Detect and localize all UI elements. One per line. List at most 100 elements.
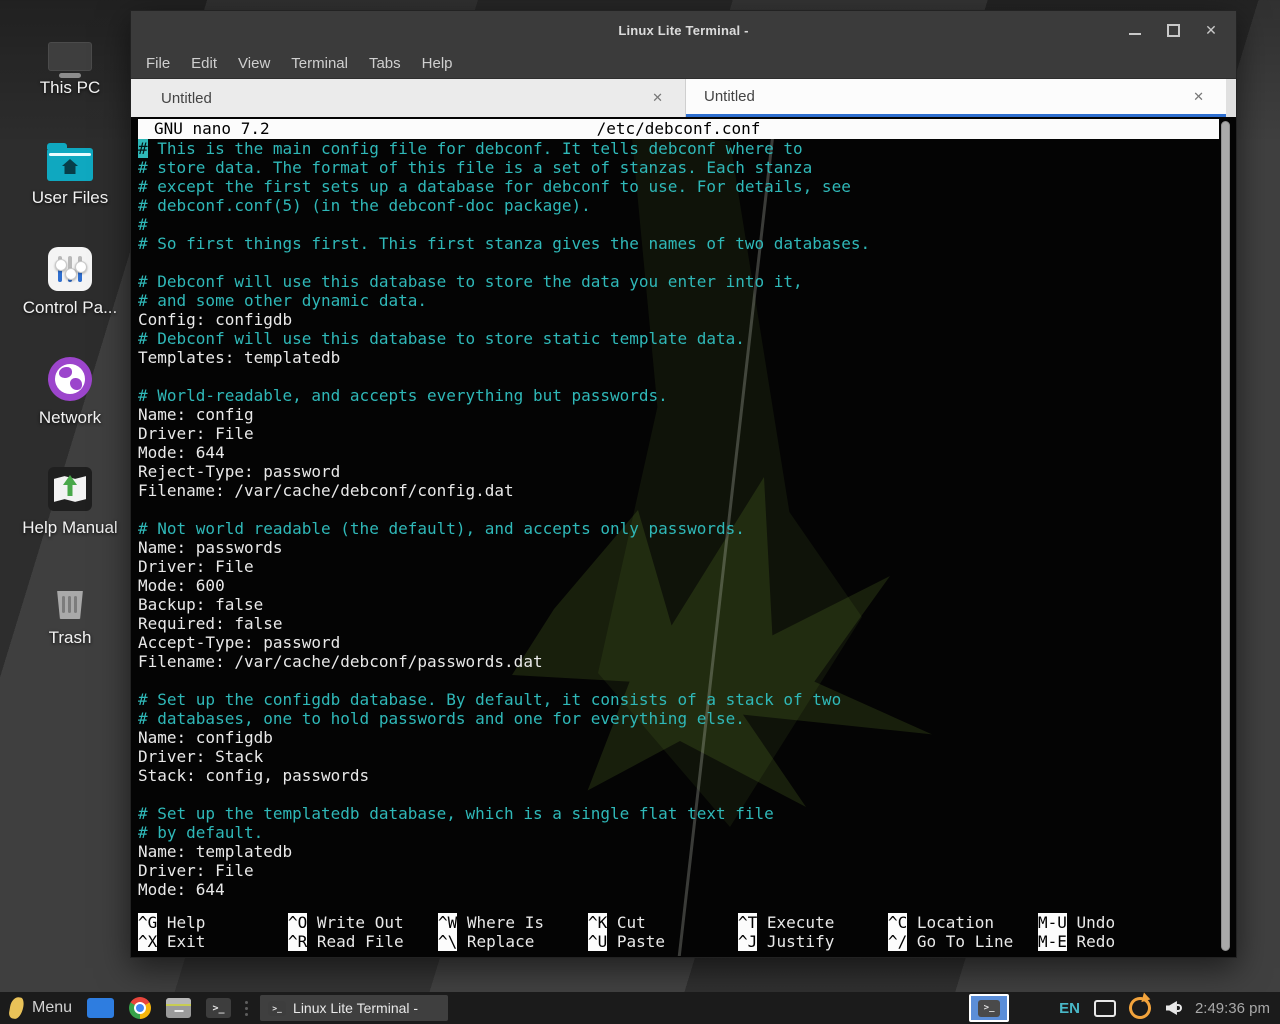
task-button-label: Linux Lite Terminal - xyxy=(293,1000,418,1016)
editor-line: # debconf.conf(5) (in the debconf-doc pa… xyxy=(138,196,1213,215)
editor-line: Filename: /var/cache/debconf/config.dat xyxy=(138,481,1213,500)
tray-terminal-icon[interactable]: >_ xyxy=(969,994,1009,1022)
system-tray: >_ EN 2:49:36 pm xyxy=(969,994,1280,1022)
minimize-icon[interactable] xyxy=(1128,23,1142,37)
shortcut-label: Paste xyxy=(607,932,665,951)
text-cursor: # xyxy=(138,139,148,158)
chrome-icon[interactable] xyxy=(129,997,151,1019)
editor-line: Backup: false xyxy=(138,595,1213,614)
shortcut-where-is: ^W Where Is xyxy=(438,913,588,932)
menu-help[interactable]: Help xyxy=(422,55,453,72)
keyboard-layout-indicator[interactable]: EN xyxy=(1059,1000,1080,1017)
close-icon[interactable]: ✕ xyxy=(1204,23,1218,37)
linux-lite-logo-icon[interactable] xyxy=(8,996,25,1020)
control-panel-icon xyxy=(48,247,92,291)
editor-line: # Debconf will use this database to stor… xyxy=(138,272,1213,291)
editor-line xyxy=(138,367,1213,386)
editor-line: Required: false xyxy=(138,614,1213,633)
desktop-icon-control-panel[interactable]: Control Pa... xyxy=(18,242,122,318)
nano-shortcut-bar: ^G Help^O Write Out^W Where Is^K Cut^T E… xyxy=(138,913,1215,951)
shortcut-label: Justify xyxy=(757,932,834,951)
editor-line: Mode: 600 xyxy=(138,576,1213,595)
shortcut-label: Undo xyxy=(1067,913,1115,932)
editor-line xyxy=(138,500,1213,519)
desktop-icon-trash[interactable]: Trash xyxy=(18,572,122,648)
desktop-icon-network[interactable]: Network xyxy=(18,352,122,428)
volume-icon[interactable] xyxy=(1166,1001,1182,1015)
scrollbar-thumb[interactable] xyxy=(1221,121,1230,951)
file-manager-icon[interactable] xyxy=(166,998,191,1018)
shortcut-label: Write Out xyxy=(307,913,403,932)
help-manual-icon xyxy=(48,467,92,511)
computer-icon xyxy=(48,42,92,71)
editor-line: Reject-Type: password xyxy=(138,462,1213,481)
desktop-icon-this-pc[interactable]: This PC xyxy=(18,22,122,98)
shortcut-key: ^C xyxy=(888,913,907,932)
shortcut-label: Read File xyxy=(307,932,403,951)
editor-line: Driver: File xyxy=(138,861,1213,880)
folder-home-icon xyxy=(47,148,93,181)
shortcut-label: Redo xyxy=(1067,932,1115,951)
window-title: Linux Lite Terminal - xyxy=(618,23,748,38)
desktop-icon-label: Help Manual xyxy=(22,518,117,538)
shortcut-read-file: ^R Read File xyxy=(288,932,438,951)
editor-line xyxy=(138,785,1213,804)
shortcut-key: M-E xyxy=(1038,932,1067,951)
show-desktop-icon[interactable] xyxy=(87,998,114,1018)
shortcut-justify: ^J Justify xyxy=(738,932,888,951)
shortcut-key: ^O xyxy=(288,913,307,932)
terminal-window: Linux Lite Terminal - ✕ File Edit View Term… xyxy=(130,10,1237,958)
tab-close-icon[interactable]: ✕ xyxy=(1193,89,1204,105)
tab-2-active[interactable]: Untitled ✕ xyxy=(686,79,1226,117)
shortcut-help: ^G Help xyxy=(138,913,288,932)
shortcut-row-2: ^X Exit^R Read File^\ Replace^U Paste^J … xyxy=(138,932,1215,951)
desktop-icon-user-files[interactable]: User Files xyxy=(18,132,122,208)
window-controls: ✕ xyxy=(1128,11,1218,49)
display-icon[interactable] xyxy=(1094,1000,1116,1017)
shortcut-label: Exit xyxy=(157,932,205,951)
editor-lines[interactable]: # This is the main config file for debco… xyxy=(138,139,1213,899)
window-titlebar[interactable]: Linux Lite Terminal - ✕ xyxy=(131,11,1236,49)
menu-file[interactable]: File xyxy=(146,55,170,72)
clock[interactable]: 2:49:36 pm xyxy=(1195,1000,1270,1017)
start-menu-button[interactable]: Menu xyxy=(32,999,72,1017)
shortcut-key: ^X xyxy=(138,932,157,951)
tab-close-icon[interactable]: ✕ xyxy=(652,90,663,106)
shortcut-key: ^W xyxy=(438,913,457,932)
terminal-launcher-icon[interactable]: >_ xyxy=(206,998,231,1018)
shortcut-label: Cut xyxy=(607,913,646,932)
shortcut-replace: ^\ Replace xyxy=(438,932,588,951)
menu-view[interactable]: View xyxy=(238,55,270,72)
shortcut-key: ^R xyxy=(288,932,307,951)
terminal-icon: >_ xyxy=(268,1001,286,1016)
nano-filename: /etc/debconf.conf xyxy=(138,119,1219,139)
editor-line: Driver: File xyxy=(138,424,1213,443)
shortcut-key: ^J xyxy=(738,932,757,951)
shortcut-key: ^U xyxy=(588,932,607,951)
task-button-terminal[interactable]: >_ Linux Lite Terminal - xyxy=(260,995,448,1021)
menu-terminal[interactable]: Terminal xyxy=(291,55,348,72)
desktop-icon-label: Trash xyxy=(49,628,92,648)
editor-line: # except the first sets up a database fo… xyxy=(138,177,1213,196)
shortcut-label: Help xyxy=(157,913,205,932)
shortcut-execute: ^T Execute xyxy=(738,913,888,932)
shortcut-key: ^G xyxy=(138,913,157,932)
editor-line: # store data. The format of this file is… xyxy=(138,158,1213,177)
menu-edit[interactable]: Edit xyxy=(191,55,217,72)
editor-line: # and some other dynamic data. xyxy=(138,291,1213,310)
editor-line: # So first things first. This first stan… xyxy=(138,234,1213,253)
editor-line: Accept-Type: password xyxy=(138,633,1213,652)
tab-label: Untitled xyxy=(704,88,755,105)
editor-line: # Set up the configdb database. By defau… xyxy=(138,690,1213,709)
desktop-icon-help-manual[interactable]: Help Manual xyxy=(18,462,122,538)
trash-icon xyxy=(53,581,87,621)
maximize-icon[interactable] xyxy=(1166,23,1180,37)
terminal-content[interactable]: GNU nano 7.2 /etc/debconf.conf # This is… xyxy=(132,117,1235,956)
menu-tabs[interactable]: Tabs xyxy=(369,55,401,72)
updates-icon[interactable] xyxy=(1125,993,1154,1022)
editor-line: Mode: 644 xyxy=(138,880,1213,899)
shortcut-label: Location xyxy=(907,913,994,932)
tab-1[interactable]: Untitled✕ xyxy=(131,79,686,117)
editor-line: Config: configdb xyxy=(138,310,1213,329)
editor-line: # World-readable, and accepts everything… xyxy=(138,386,1213,405)
